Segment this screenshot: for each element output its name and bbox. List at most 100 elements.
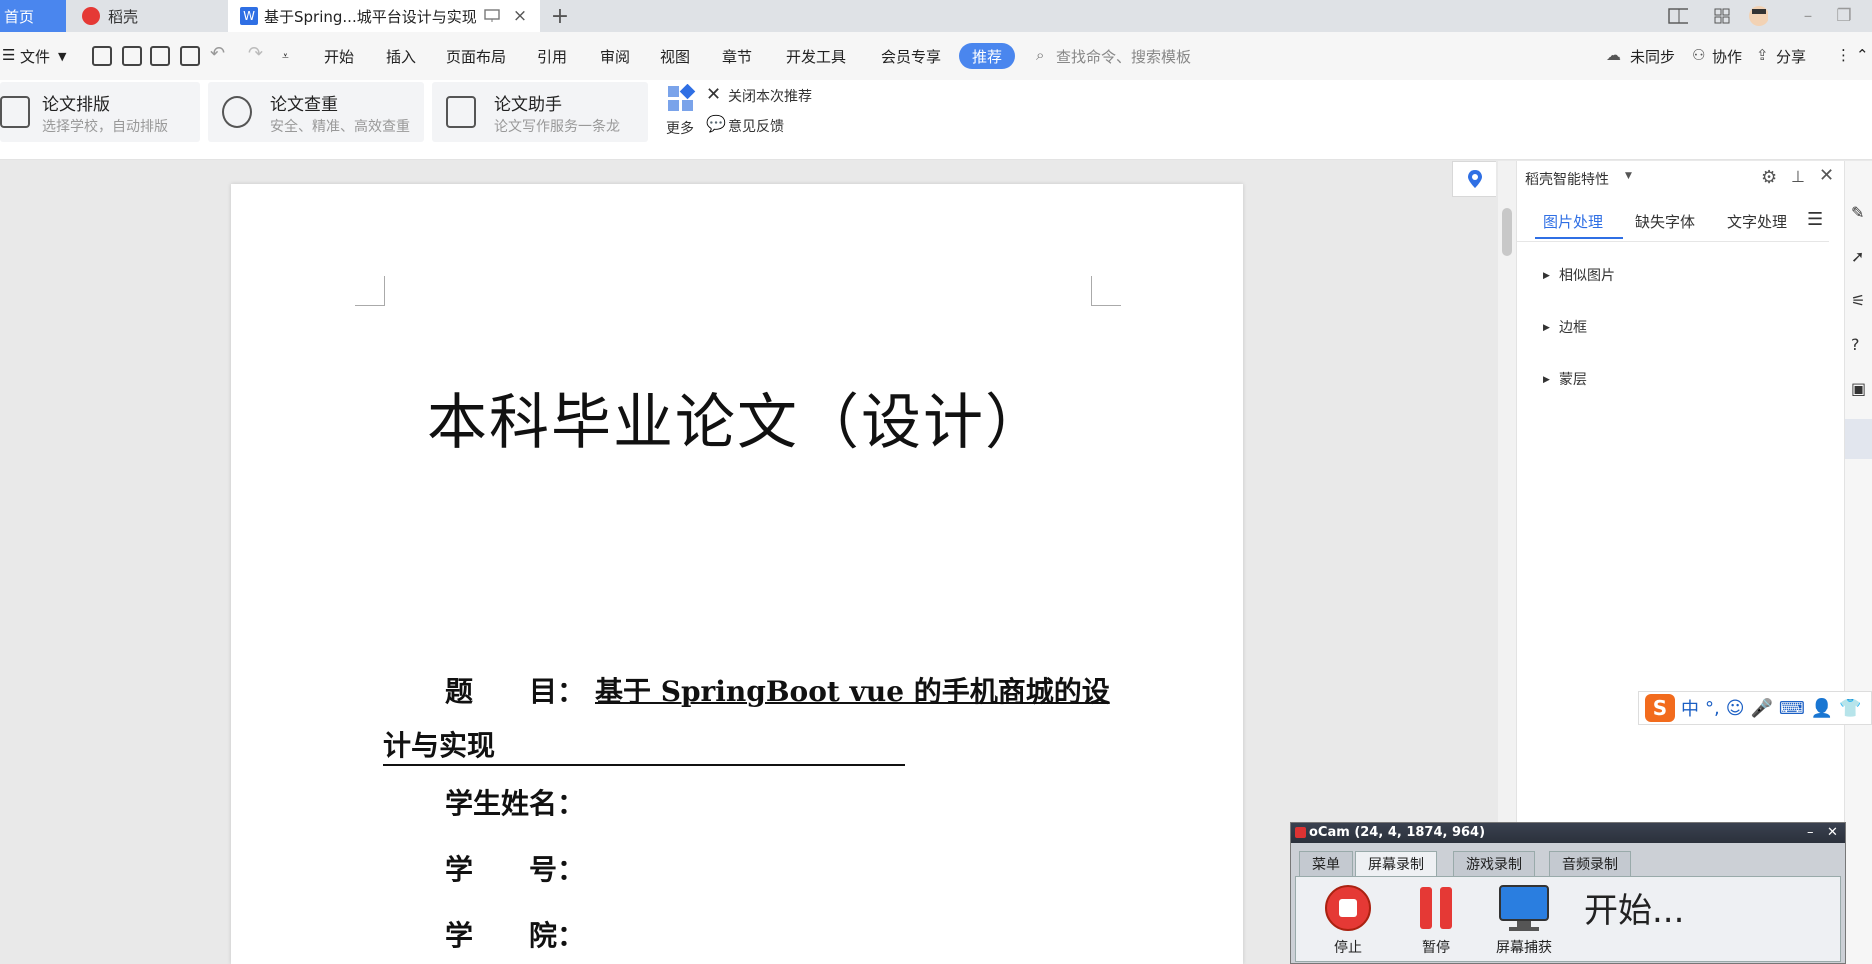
menu-tab-layout[interactable]: 页面布局	[446, 46, 506, 67]
minimize-icon[interactable]: –	[1798, 6, 1818, 26]
expand-triangle-icon[interactable]: ▶	[1543, 323, 1550, 333]
more-options-icon[interactable]: ⋮	[1836, 46, 1851, 64]
undo-icon[interactable]: ↶	[210, 43, 225, 64]
ime-mode-toggle[interactable]: 中	[1681, 695, 1699, 721]
file-menu-icon[interactable]: ☰	[2, 46, 15, 64]
ocam-title-bar[interactable]: oCam (24, 4, 1874, 964) – ✕	[1291, 823, 1845, 843]
chevron-down-icon[interactable]: ▼	[1625, 171, 1632, 181]
redo-icon[interactable]: ↷	[248, 43, 263, 64]
feedback-icon: 💬	[706, 114, 726, 133]
share-icon: ⇪	[1756, 46, 1769, 64]
avatar[interactable]	[1748, 6, 1768, 26]
restore-icon[interactable]: ❐	[1834, 6, 1854, 26]
customize-quick-access-icon[interactable]: ⩡	[282, 49, 289, 64]
location-pin-button[interactable]	[1452, 161, 1496, 197]
tab-screen-icon[interactable]	[482, 6, 502, 26]
menu-tab-view[interactable]: 视图	[660, 46, 690, 67]
subject-label: 题 目：	[445, 675, 586, 708]
panel-tab-image[interactable]: 图片处理	[1543, 211, 1603, 232]
expand-triangle-icon[interactable]: ▶	[1543, 271, 1550, 281]
thesis-assistant-card[interactable]: 论文助手 论文写作服务一条龙	[432, 82, 648, 142]
microphone-icon[interactable]: 🎤	[1751, 698, 1773, 719]
punctuation-icon[interactable]: °,	[1705, 698, 1720, 719]
export-pdf-icon[interactable]	[122, 46, 142, 66]
close-icon[interactable]: ✕	[706, 84, 721, 105]
pause-icon	[1420, 887, 1452, 929]
tab-home-label: 首页	[4, 7, 35, 26]
document-page[interactable]: 本科毕业论文（设计） 题 目： 基于 SpringBoot vue 的手机商城的…	[231, 184, 1243, 964]
collapse-ribbon-icon[interactable]: ⌃	[1856, 46, 1869, 64]
reading-mode-icon[interactable]	[1668, 6, 1688, 26]
emoji-icon[interactable]: ☺	[1726, 698, 1745, 719]
grid-apps-icon[interactable]	[1712, 6, 1732, 26]
save-icon[interactable]	[92, 46, 112, 66]
tree-item-similar-images[interactable]: 相似图片	[1559, 265, 1615, 285]
menu-tab-insert[interactable]: 插入	[386, 46, 416, 67]
menu-tab-member[interactable]: 会员专享	[881, 46, 941, 67]
file-menu[interactable]: 文件	[20, 46, 50, 67]
new-tab-button[interactable]: +	[550, 4, 570, 29]
skin-icon[interactable]: 👕	[1839, 698, 1861, 719]
help-icon[interactable]: ?	[1851, 335, 1860, 354]
ocam-capture-button[interactable]: 屏幕捕获	[1484, 881, 1564, 956]
pin-icon[interactable]: ⊥	[1791, 167, 1805, 186]
expand-triangle-icon[interactable]: ▶	[1543, 375, 1550, 385]
ocam-tab-game-record[interactable]: 游戏录制	[1453, 851, 1535, 877]
ocam-tab-screen-record[interactable]: 屏幕录制	[1355, 851, 1437, 877]
ocam-tab-menu[interactable]: 菜单	[1299, 851, 1353, 877]
tab-close-icon[interactable]: ×	[510, 6, 530, 26]
menu-tab-recommend[interactable]: 推荐	[959, 43, 1015, 69]
ocam-stop-button[interactable]: 停止	[1308, 881, 1388, 956]
sync-status-button[interactable]: 未同步	[1630, 46, 1675, 67]
thesis-typeset-subtitle: 选择学校，自动排版	[42, 119, 168, 135]
keyboard-icon[interactable]: ⌨	[1779, 698, 1805, 719]
panel-tab-missing-fonts[interactable]: 缺失字体	[1635, 211, 1695, 232]
command-search-input[interactable]: 查找命令、搜索模板	[1056, 46, 1191, 67]
close-icon[interactable]: ✕	[1827, 823, 1838, 843]
close-recommend-button[interactable]: 关闭本次推荐	[728, 86, 812, 106]
panel-title[interactable]: 稻壳智能特性	[1525, 169, 1609, 189]
thesis-assistant-title: 论文助手	[494, 95, 562, 115]
ocam-pause-button[interactable]: 暂停	[1396, 881, 1476, 956]
collab-icon: ⚇	[1692, 46, 1706, 64]
settings-sliders-icon[interactable]: ⚟	[1851, 291, 1865, 310]
panel-menu-icon[interactable]: ☰	[1807, 209, 1823, 230]
chevron-down-icon[interactable]: ▼	[58, 50, 66, 63]
typeset-icon	[0, 96, 30, 128]
ocam-pause-label: 暂停	[1422, 940, 1450, 956]
feedback-button[interactable]: 意见反馈	[728, 116, 784, 136]
thesis-typeset-card[interactable]: 论文排版 选择学校，自动排版	[0, 82, 200, 142]
menu-tab-references[interactable]: 引用	[537, 46, 567, 67]
scrollbar-thumb[interactable]	[1502, 208, 1512, 256]
smart-feature-icon[interactable]	[1845, 419, 1872, 459]
sogou-logo-icon[interactable]: S	[1645, 694, 1675, 722]
more-apps-icon[interactable]	[666, 83, 696, 114]
panel-tab-text[interactable]: 文字处理	[1727, 211, 1787, 232]
ocam-tab-audio-record[interactable]: 音频录制	[1549, 851, 1631, 877]
gear-icon[interactable]: ⚙	[1761, 167, 1777, 188]
menu-tab-review[interactable]: 审阅	[600, 46, 630, 67]
tree-item-border[interactable]: 边框	[1559, 317, 1587, 337]
close-icon[interactable]: ✕	[1819, 165, 1834, 186]
college-label: 学 院：	[445, 919, 586, 952]
collab-button[interactable]: 协作	[1712, 46, 1742, 67]
monitor-icon	[1499, 885, 1549, 931]
pen-icon[interactable]: ✎	[1851, 203, 1864, 222]
menu-tab-developer[interactable]: 开发工具	[786, 46, 846, 67]
thesis-check-card[interactable]: 论文查重 安全、精准、高效查重	[208, 82, 424, 142]
minimize-icon[interactable]: –	[1807, 823, 1814, 843]
cursor-icon[interactable]: ➚	[1851, 247, 1864, 266]
subject-value-line1: 基于 SpringBoot vue 的手机商城的设	[595, 675, 1110, 708]
share-button[interactable]: 分享	[1776, 46, 1806, 67]
print-icon[interactable]	[150, 46, 170, 66]
image-tool-icon[interactable]: ▣	[1851, 379, 1866, 398]
menu-tab-start[interactable]: 开始	[324, 46, 354, 67]
tree-item-mask[interactable]: 蒙层	[1559, 369, 1587, 389]
menu-tab-chapter[interactable]: 章节	[722, 46, 752, 67]
ocam-app-icon	[1295, 827, 1306, 838]
tab-daoke[interactable]: 稻壳	[68, 0, 226, 32]
tab-home[interactable]: 首页	[0, 0, 66, 32]
more-button[interactable]: 更多	[666, 118, 694, 138]
user-icon[interactable]: 👤	[1811, 698, 1833, 719]
print-preview-icon[interactable]	[180, 46, 200, 66]
